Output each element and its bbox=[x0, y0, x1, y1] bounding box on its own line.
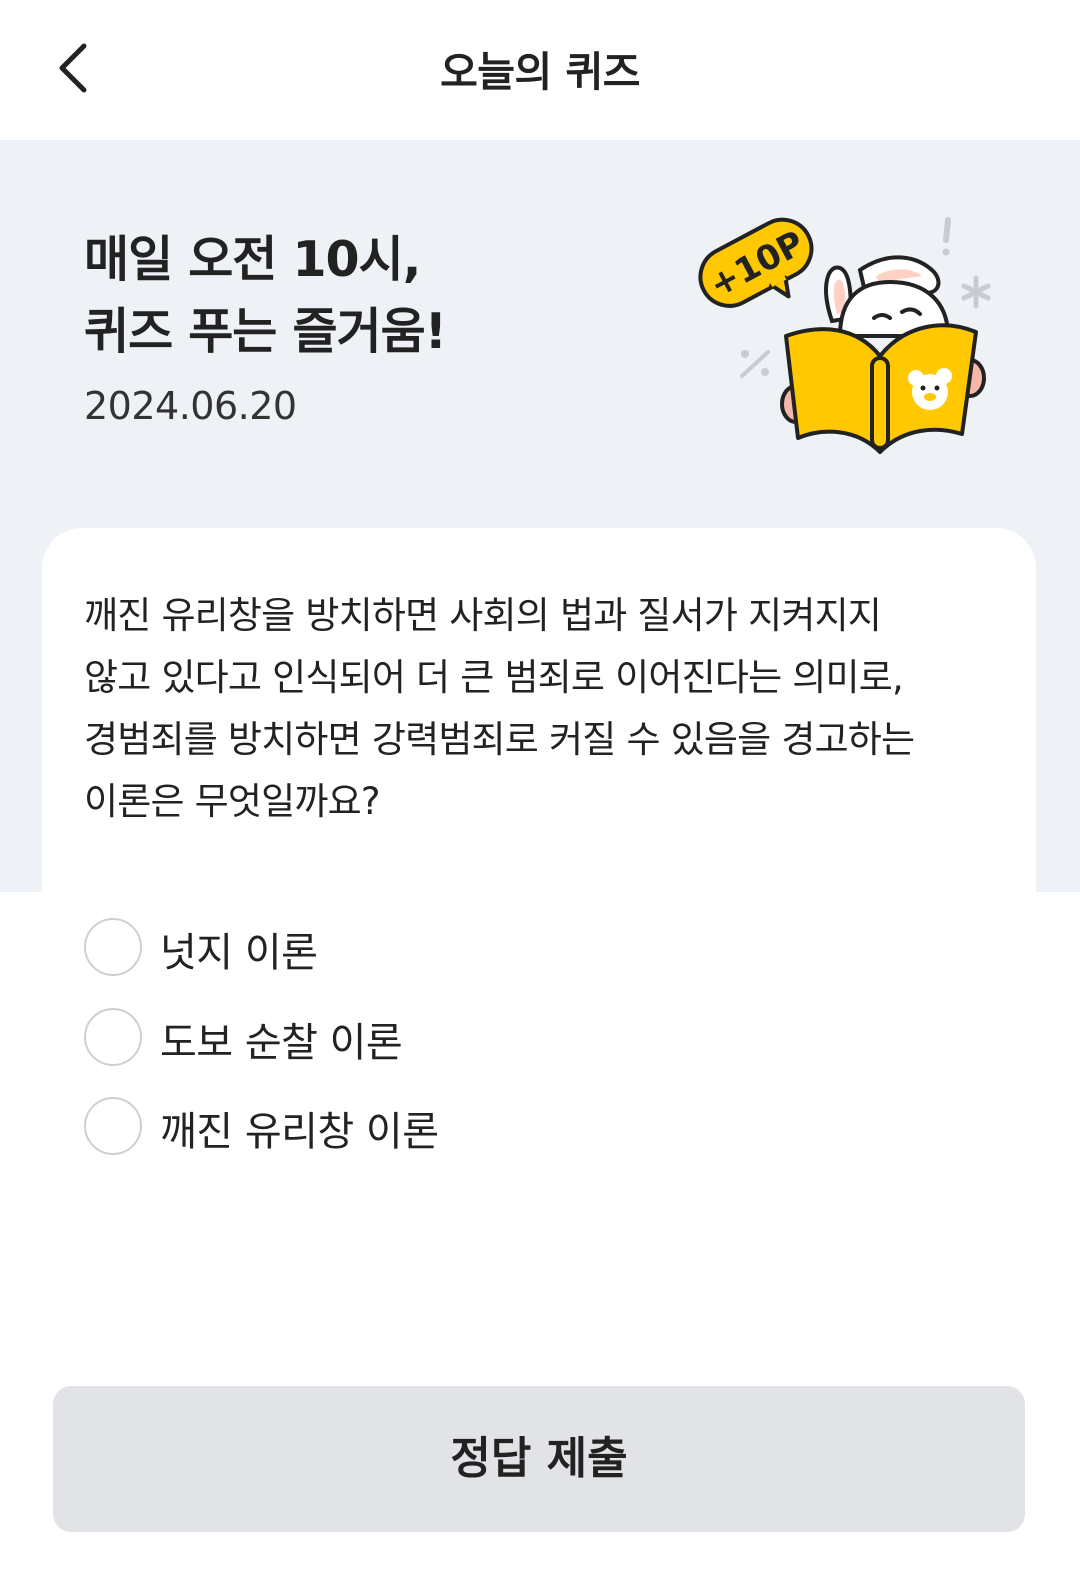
page-title: 오늘의 퀴즈 bbox=[440, 48, 640, 96]
quiz-question: 깨진 유리창을 방치하면 사회의 법과 질서가 지켜지지 않고 있다고 인식되어… bbox=[84, 585, 1004, 833]
submit-button-label: 정답 제출 bbox=[450, 1433, 628, 1484]
answer-option-label: 넛지 이론 bbox=[160, 930, 318, 976]
points-badge: +10P bbox=[698, 217, 814, 308]
hero-headline-line2: 퀴즈 푸는 즐거움! bbox=[84, 303, 447, 360]
hero-headline: 매일 오전 10시, 퀴즈 푸는 즐거움! bbox=[84, 224, 447, 368]
percent-icon bbox=[740, 350, 770, 378]
quiz-date: 2024.06.20 bbox=[84, 384, 297, 428]
quiz-page: 오늘의 퀴즈 매일 오전 10시, 퀴즈 푸는 즐거움! 2024.06.20 … bbox=[0, 0, 1080, 1576]
submit-answer-button[interactable]: 정답 제출 bbox=[53, 1386, 1025, 1532]
question-line: 않고 있다고 인식되어 더 큰 범죄로 이어진다는 의미로, bbox=[84, 656, 904, 699]
radio-button[interactable] bbox=[84, 1097, 142, 1155]
exclamation-icon bbox=[942, 217, 951, 256]
answer-option-label: 깨진 유리창 이론 bbox=[160, 1109, 439, 1155]
asterisk-icon bbox=[961, 275, 991, 309]
hero-headline-line1: 매일 오전 10시, bbox=[84, 231, 421, 288]
answer-option-label: 도보 순찰 이론 bbox=[160, 1020, 403, 1066]
radio-button[interactable] bbox=[84, 918, 142, 976]
question-line: 경범죄를 방치하면 강력범죄로 커질 수 있음을 경고하는 bbox=[84, 718, 915, 761]
rabbit-reading-book-illustration: +10P bbox=[698, 217, 991, 454]
answer-option-broken-windows[interactable]: 깨진 유리창 이론 bbox=[84, 1097, 644, 1161]
question-line: 깨진 유리창을 방치하면 사회의 법과 질서가 지켜지지 bbox=[84, 594, 882, 637]
radio-button[interactable] bbox=[84, 1008, 142, 1066]
answer-option-nudge[interactable]: 넛지 이론 bbox=[84, 918, 644, 982]
answer-option-foot-patrol[interactable]: 도보 순찰 이론 bbox=[84, 1008, 644, 1072]
question-line: 이론은 무엇일까요? bbox=[84, 780, 381, 823]
header: 오늘의 퀴즈 bbox=[0, 0, 1080, 140]
